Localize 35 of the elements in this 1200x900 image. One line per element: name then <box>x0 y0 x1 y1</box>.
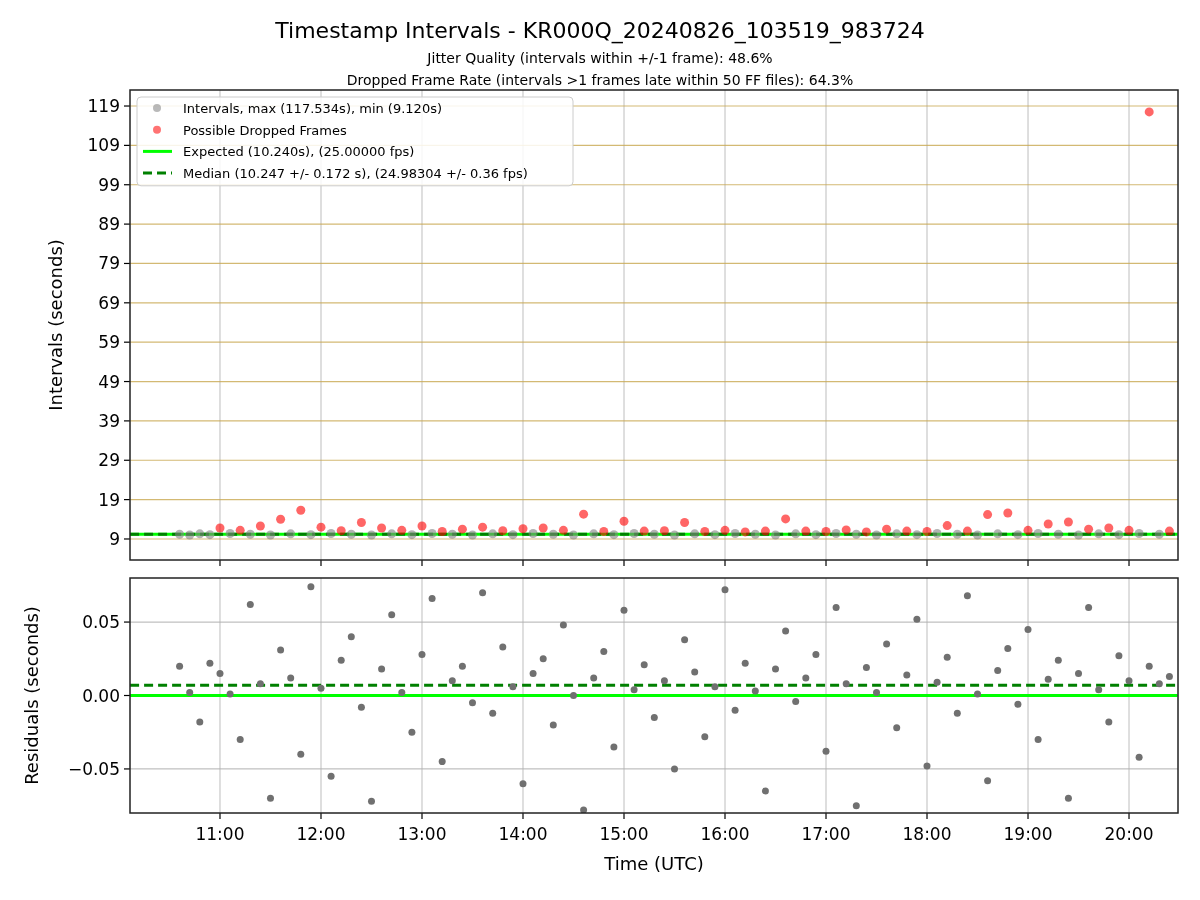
legend-label: Intervals, max (117.534s), min (9.120s) <box>183 101 442 116</box>
legend-label: Expected (10.240s), (25.00000 fps) <box>183 144 415 160</box>
x-tick-label: 11:00 <box>195 824 245 844</box>
y-tick-label: 9 <box>109 529 120 549</box>
y-tick-label: −0.05 <box>67 758 120 779</box>
chart-subtitle: Dropped Frame Rate (intervals >1 frames late within 50 FF files): 64.3% <box>346 72 854 88</box>
x-axis-label: Time (UTC) <box>604 853 704 874</box>
y-axis-label: Residuals (seconds) <box>21 606 42 785</box>
x-tick-label: 16:00 <box>700 824 750 844</box>
y-tick-label: 39 <box>98 410 120 431</box>
y-tick-label: 69 <box>98 292 120 313</box>
x-tick-label: 13:00 <box>397 824 447 844</box>
y-tick-label: 49 <box>98 371 120 392</box>
y-tick-label: 99 <box>98 174 120 195</box>
y-tick-label: 109 <box>87 135 120 156</box>
y-tick-label: 89 <box>98 214 120 235</box>
x-tick-label: 15:00 <box>599 824 649 844</box>
y-tick-label: 119 <box>87 96 120 116</box>
chart-title: Timestamp Intervals - KR000Q_20240826_103519_983724 <box>275 18 925 43</box>
x-tick-label: 19:00 <box>1003 824 1053 844</box>
legend-label: Median (10.247 +/- 0.172 s), (24.98304 +/- 0.36 fps) <box>183 166 528 182</box>
y-axis-label: Intervals (seconds) <box>45 239 66 411</box>
x-tick-label: 17:00 <box>801 824 851 844</box>
y-tick-label: 0.00 <box>82 685 120 706</box>
legend-label: Possible Dropped Frames <box>183 122 347 138</box>
y-tick-label: 29 <box>98 450 120 471</box>
x-tick-label: 20:00 <box>1104 824 1154 844</box>
x-tick-label: 14:00 <box>498 824 548 844</box>
y-tick-label: 19 <box>98 489 120 510</box>
x-tick-label: 18:00 <box>902 824 952 844</box>
y-tick-label: 79 <box>98 253 120 274</box>
y-tick-label: 59 <box>98 332 120 353</box>
chart-subtitle: Jitter Quality (intervals within +/-1 frame): 48.6% <box>427 50 773 66</box>
x-tick-label: 12:00 <box>296 824 346 844</box>
y-tick-label: 0.05 <box>82 612 120 633</box>
